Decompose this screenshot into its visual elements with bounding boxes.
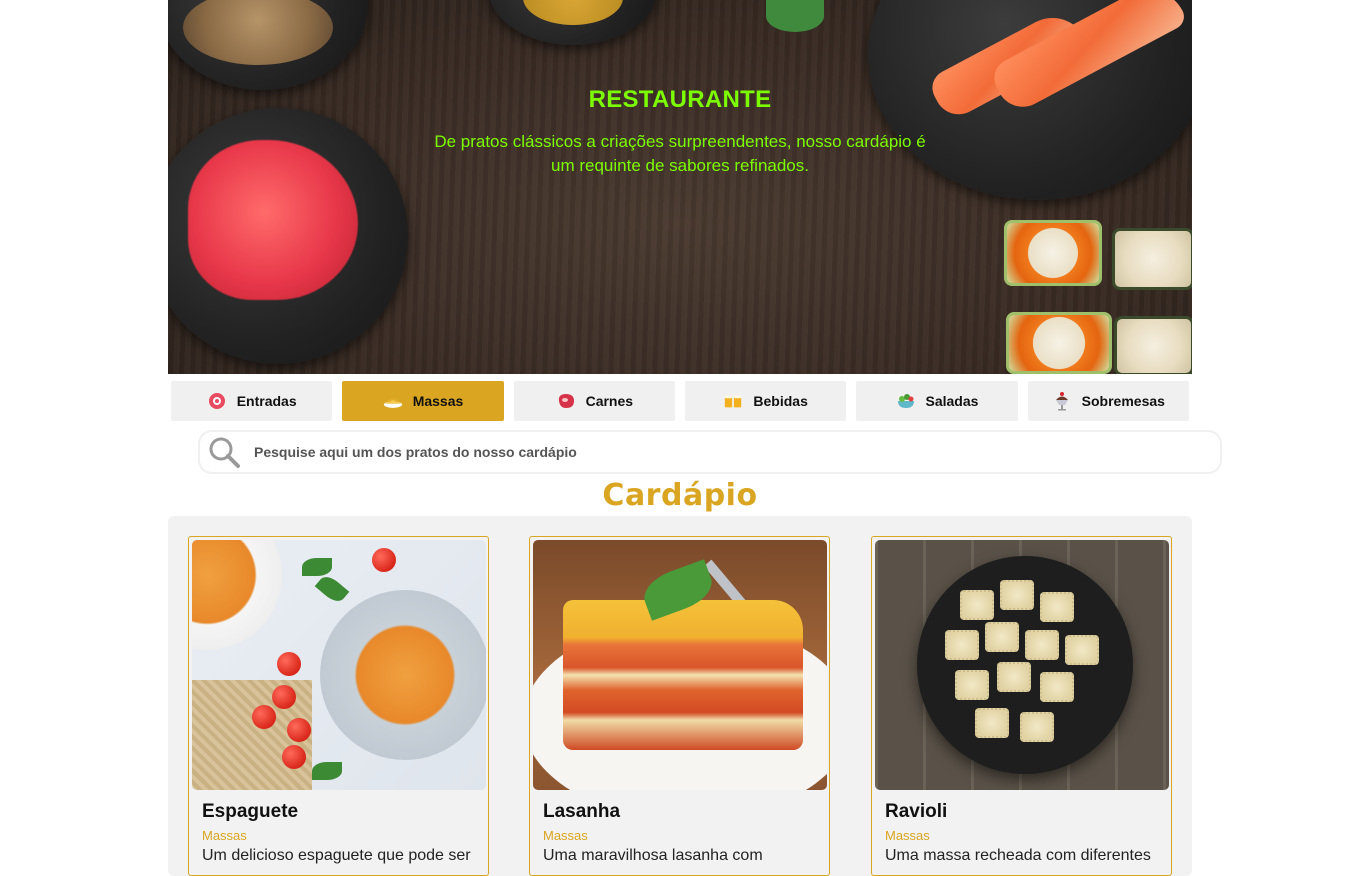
search-input[interactable] [254, 444, 1154, 460]
tab-label: Saladas [925, 393, 979, 409]
tab-sobremesas[interactable]: Sobremesas [1027, 381, 1189, 421]
menu-card-espaguete[interactable]: Espaguete Massas Um delicioso espaguete … [188, 536, 489, 876]
dish-name: Espaguete [202, 801, 299, 822]
hero-subtitle: De pratos clássicos a criações surpreend… [434, 132, 926, 175]
tab-label: Massas [412, 393, 464, 409]
tab-carnes[interactable]: Carnes [513, 381, 675, 421]
tab-label: Entradas [236, 393, 297, 409]
sushi-roll-image [1112, 228, 1192, 290]
dish-category: Massas [202, 828, 247, 843]
appetizer-icon [207, 391, 227, 411]
search-icon[interactable] [200, 432, 248, 472]
tab-massas[interactable]: Massas [342, 381, 504, 421]
dish-category: Massas [885, 828, 930, 843]
sushi-roll-image [1006, 312, 1112, 374]
menu-card-ravioli[interactable]: Ravioli Massas Uma massa recheada com di… [871, 536, 1172, 876]
hero-banner: RESTAURANTE De pratos clássicos a criaçõ… [168, 0, 1192, 374]
dish-category: Massas [543, 828, 588, 843]
category-tabs: Entradas Massas Carnes Bebidas Saladas S… [171, 381, 1189, 421]
menu-title: Cardápio [602, 478, 758, 513]
spaghetti-image [192, 540, 486, 790]
salad-icon [896, 391, 916, 411]
sushi-roll-image [1004, 220, 1102, 286]
soup-bowl-image [488, 0, 658, 45]
tab-label: Carnes [585, 393, 634, 409]
pasta-icon [383, 391, 403, 411]
ravioli-image [875, 540, 1169, 790]
tab-label: Sobremesas [1081, 393, 1165, 409]
dish-description: Um delicioso espaguete que pode ser [202, 847, 471, 864]
menu-grid: Espaguete Massas Um delicioso espaguete … [168, 516, 1192, 876]
drinks-icon [723, 391, 743, 411]
sushi-roll-image [1114, 316, 1192, 374]
dish-name: Ravioli [885, 801, 948, 822]
hero-title: RESTAURANTE [588, 86, 772, 113]
lasagna-image [533, 540, 827, 790]
menu-card-lasanha[interactable]: Lasanha Massas Uma maravilhosa lasanha c… [529, 536, 830, 876]
leaf-garnish-image [766, 0, 824, 32]
tab-label: Bebidas [753, 393, 808, 409]
rice-bowl-image [168, 0, 368, 90]
tab-saladas[interactable]: Saladas [856, 381, 1018, 421]
dish-description: Uma massa recheada com diferentes [885, 847, 1151, 864]
tab-bebidas[interactable]: Bebidas [684, 381, 847, 421]
search-bar [198, 430, 1222, 474]
meat-icon [556, 391, 576, 411]
tab-entradas[interactable]: Entradas [171, 381, 333, 421]
dish-description: Uma maravilhosa lasanha com [543, 847, 763, 864]
dessert-icon [1052, 391, 1072, 411]
dish-name: Lasanha [543, 801, 621, 822]
